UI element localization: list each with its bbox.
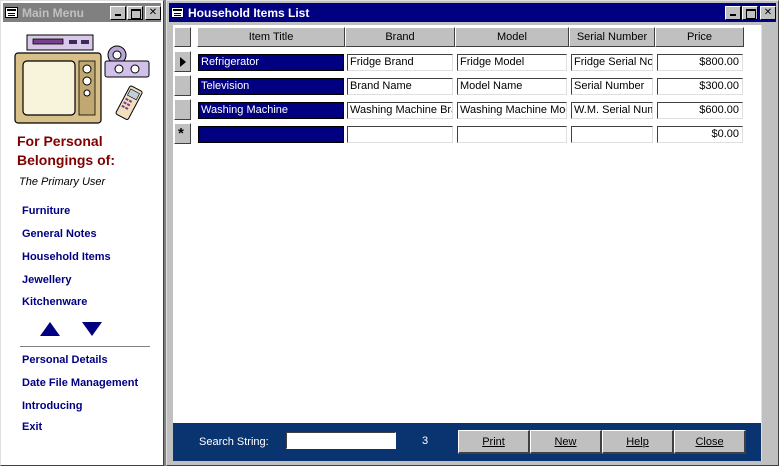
sysmenu-icon[interactable] [5,7,18,18]
close-icon[interactable]: ✕ [760,5,776,20]
row-selector[interactable] [174,99,191,120]
search-label: Search String: [199,436,269,448]
scroll-up-icon[interactable] [40,322,60,336]
main-menu-title: Main Menu [22,5,84,20]
new-cell-item-title[interactable] [198,126,344,143]
print-button[interactable]: Print [458,430,530,454]
nav-jewellery[interactable]: Jewellery [22,274,72,286]
nav-furniture[interactable]: Furniture [22,205,70,217]
row-selector[interactable]: * [174,123,191,144]
maximize-icon[interactable] [127,5,143,20]
new-cell-serial-number[interactable] [571,126,653,143]
household-items-titlebar[interactable]: Household Items List ✕ [169,3,776,22]
col-header-model[interactable]: Model [455,27,569,47]
close-button[interactable]: Close [674,430,746,454]
nav-general-notes[interactable]: General Notes [22,228,97,240]
cell-model[interactable]: Washing Machine Mod [457,102,567,119]
new-row-icon: * [178,125,184,142]
col-header-brand[interactable]: Brand [345,27,455,47]
cell-brand[interactable]: Fridge Brand [347,54,453,71]
help-button[interactable]: Help [602,430,674,454]
cell-serial-number[interactable]: W.M. Serial Numl [571,102,653,119]
new-cell-price[interactable]: $0.00 [657,126,743,143]
new-button[interactable]: New [530,430,602,454]
sysmenu-icon[interactable] [171,7,184,18]
nav-date-file-management[interactable]: Date File Management [22,377,138,389]
cell-serial-number[interactable]: Serial Number [571,78,653,95]
select-all-corner[interactable] [174,27,191,47]
household-logo-icon [14,34,150,124]
scroll-down-icon[interactable] [82,322,102,336]
items-datasheet: Item Title Brand Model Serial Number Pri… [173,25,761,423]
new-cell-model[interactable] [457,126,567,143]
record-count: 3 [422,435,429,447]
row-selector[interactable] [174,75,191,96]
owner-name: The Primary User [19,176,106,188]
owner-heading: For Personal Belongings of: [17,133,115,168]
cell-brand[interactable]: Washing Machine Bra [347,102,453,119]
cell-model[interactable]: Fridge Model [457,54,567,71]
cell-item-title[interactable]: Refrigerator [198,54,344,71]
current-row-icon [180,57,186,67]
cell-item-title[interactable]: Washing Machine [198,102,344,119]
new-cell-brand[interactable] [347,126,453,143]
vertical-scrollbar[interactable] [761,25,776,461]
minimize-icon[interactable] [725,5,741,20]
cell-item-title[interactable]: Television [198,78,344,95]
household-items-title: Household Items List [188,5,310,20]
cell-price[interactable]: $800.00 [657,54,743,71]
close-icon[interactable]: ✕ [145,5,161,20]
col-header-price[interactable]: Price [655,27,744,47]
maximize-icon[interactable] [742,5,758,20]
nav-exit[interactable]: Exit [22,421,42,433]
search-input[interactable] [286,432,396,449]
col-header-serial-number[interactable]: Serial Number [569,27,655,47]
menu-divider [20,346,150,348]
cell-serial-number[interactable]: Fridge Serial No [571,54,653,71]
cell-price[interactable]: $600.00 [657,102,743,119]
main-menu-titlebar[interactable]: Main Menu ✕ [3,3,161,22]
household-items-window: Household Items List ✕ Item Title Brand … [166,0,779,466]
cell-model[interactable]: Model Name [457,78,567,95]
nav-introducing[interactable]: Introducing [22,400,83,412]
minimize-icon[interactable] [110,5,126,20]
search-footer: Search String: 3 Print New Help Close [173,423,761,461]
row-selector[interactable] [174,51,191,72]
nav-kitchenware[interactable]: Kitchenware [22,296,87,308]
cell-price[interactable]: $300.00 [657,78,743,95]
nav-personal-details[interactable]: Personal Details [22,354,108,366]
cell-brand[interactable]: Brand Name [347,78,453,95]
nav-household-items[interactable]: Household Items [22,251,111,263]
main-menu-window: Main Menu ✕ For Personal Belongings of: … [0,0,164,466]
col-header-item-title[interactable]: Item Title [197,27,345,47]
